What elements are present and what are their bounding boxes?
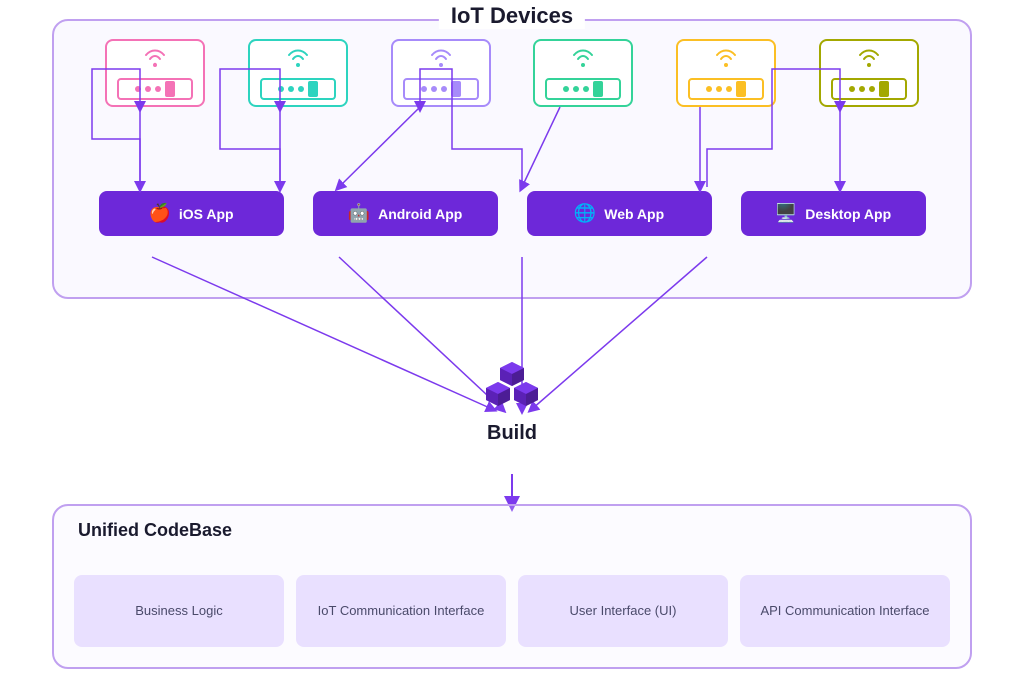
devices-row — [84, 39, 940, 107]
codebase-item-user-interface: User Interface (UI) — [518, 575, 728, 647]
web-app-label: Web App — [604, 206, 664, 222]
device-body-5 — [688, 78, 764, 100]
iot-section: IoT Devices — [52, 19, 972, 299]
wifi-icon-6 — [853, 46, 885, 74]
web-app-button[interactable]: 🌐 Web App — [527, 191, 712, 236]
wifi-icon-1 — [139, 46, 171, 74]
build-section: Build — [480, 354, 544, 445]
device-body-6 — [831, 78, 907, 100]
android-app-label: Android App — [378, 206, 462, 222]
ios-app-label: iOS App — [179, 206, 234, 222]
wifi-icon-5 — [710, 46, 742, 74]
wifi-icon-3 — [425, 46, 457, 74]
device-icon-2 — [248, 39, 348, 107]
device-icon-4 — [533, 39, 633, 107]
device-body-1 — [117, 78, 193, 100]
device-body-2 — [260, 78, 336, 100]
device-body-3 — [403, 78, 479, 100]
desktop-app-button[interactable]: 🖥️ Desktop App — [741, 191, 926, 236]
wifi-icon-4 — [567, 46, 599, 74]
iot-title: IoT Devices — [439, 3, 585, 29]
wifi-icon-2 — [282, 46, 314, 74]
codebase-title: Unified CodeBase — [78, 520, 232, 541]
codebase-section: Unified CodeBase Business Logic IoT Comm… — [52, 504, 972, 669]
ios-icon: 🍎 — [148, 203, 170, 224]
device-icon-5 — [676, 39, 776, 107]
apps-row: 🍎 iOS App 🤖 Android App 🌐 Web App 🖥️ Des… — [84, 191, 940, 236]
diagram-container: IoT Devices — [32, 19, 992, 669]
android-icon: 🤖 — [348, 203, 370, 224]
device-body-4 — [545, 78, 621, 100]
build-icon — [480, 354, 544, 418]
device-icon-3 — [391, 39, 491, 107]
codebase-item-business-logic: Business Logic — [74, 575, 284, 647]
codebase-items: Business Logic IoT Communication Interfa… — [74, 575, 950, 647]
desktop-icon: 🖥️ — [775, 203, 797, 224]
device-icon-6 — [819, 39, 919, 107]
android-app-button[interactable]: 🤖 Android App — [313, 191, 498, 236]
desktop-app-label: Desktop App — [805, 206, 891, 222]
web-icon: 🌐 — [574, 203, 596, 224]
build-label: Build — [487, 422, 537, 445]
codebase-item-api-communication: API Communication Interface — [740, 575, 950, 647]
device-icon-1 — [105, 39, 205, 107]
codebase-item-iot-communication: IoT Communication Interface — [296, 575, 506, 647]
ios-app-button[interactable]: 🍎 iOS App — [99, 191, 284, 236]
